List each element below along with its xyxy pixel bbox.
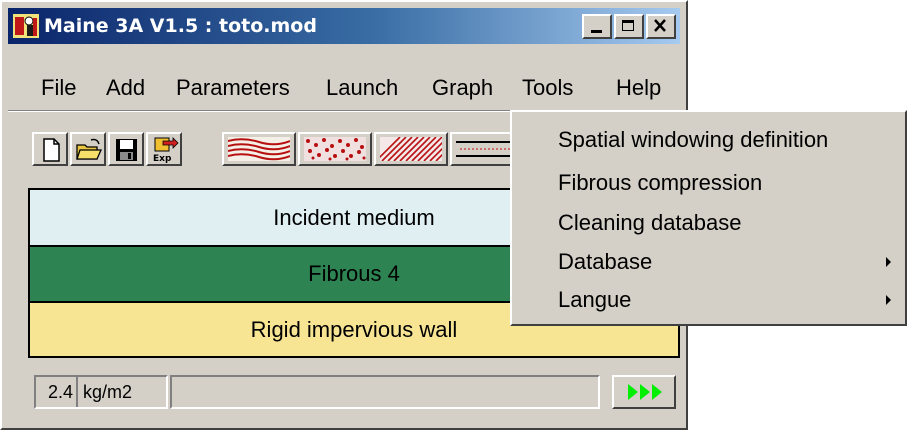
wavy-layer-icon — [228, 137, 290, 161]
layer-label: Rigid impervious wall — [250, 317, 458, 342]
add-layer-hatched-button[interactable] — [374, 132, 448, 166]
close-button[interactable] — [646, 14, 676, 39]
menu-item-database[interactable]: Database — [512, 244, 905, 280]
run-arrows-icon — [628, 384, 662, 400]
run-button[interactable] — [612, 375, 676, 409]
menu-item-cleaning-database[interactable]: Cleaning database — [512, 205, 905, 241]
minimize-button[interactable] — [582, 14, 612, 39]
status-message — [170, 375, 600, 409]
status-bar: 2.4 kg/m2 — [28, 370, 680, 414]
maximize-icon — [622, 20, 634, 31]
add-layer-wavy-button[interactable] — [222, 132, 296, 166]
menu-item-label: Spatial windowing definition — [558, 127, 829, 152]
menu-launch[interactable]: Launch — [326, 75, 398, 101]
menu-tools[interactable]: Tools — [522, 75, 573, 101]
mass-field: 2.4 kg/m2 — [34, 375, 168, 409]
layer-label: Incident medium — [273, 205, 435, 230]
new-button[interactable] — [32, 132, 68, 166]
add-layer-porous-button[interactable] — [298, 132, 372, 166]
export-icon-label: Exp — [153, 154, 172, 163]
submenu-arrow-icon — [886, 257, 891, 267]
mass-value-box: 2.4 — [36, 377, 78, 407]
export-icon: Exp — [153, 137, 179, 163]
layer-label: Fibrous 4 — [308, 261, 400, 286]
porous-layer-icon — [304, 137, 366, 161]
maximize-button[interactable] — [614, 14, 644, 39]
minimize-icon — [591, 30, 602, 33]
open-button[interactable] — [70, 132, 106, 166]
close-icon — [654, 19, 666, 32]
menu-item-spatial-windowing[interactable]: Spatial windowing definition — [512, 122, 905, 158]
menu-file[interactable]: File — [41, 75, 76, 101]
menu-item-label: Database — [558, 249, 653, 274]
thin-layer-icon — [456, 137, 518, 161]
menu-item-label: Cleaning database — [558, 210, 742, 235]
hatched-layer-icon — [380, 137, 442, 161]
new-document-icon — [43, 138, 60, 162]
menu-bar: File Add Parameters Launch Graph Tools H… — [8, 64, 680, 110]
menu-item-langue[interactable]: Langue — [512, 282, 905, 318]
tools-menu: Spatial windowing definition Fibrous com… — [510, 110, 907, 326]
mass-value: 2.4 — [47, 382, 73, 402]
menu-help[interactable]: Help — [616, 75, 661, 101]
save-button[interactable] — [108, 132, 144, 166]
export-button[interactable]: Exp — [146, 132, 182, 166]
app-icon — [13, 14, 39, 38]
menu-parameters[interactable]: Parameters — [176, 75, 290, 101]
menu-item-label: Langue — [558, 287, 632, 312]
menu-item-label: Fibrous compression — [558, 170, 763, 195]
submenu-arrow-icon — [886, 295, 891, 305]
title-bar[interactable]: Maine 3A V1.5 : toto.mod — [8, 8, 680, 44]
save-disk-icon — [116, 139, 137, 161]
mass-unit: kg/m2 — [83, 382, 133, 402]
window-title: Maine 3A V1.5 : toto.mod — [44, 15, 317, 37]
open-folder-icon — [76, 138, 103, 160]
menu-graph[interactable]: Graph — [432, 75, 493, 101]
menu-item-fibrous-compression[interactable]: Fibrous compression — [512, 165, 905, 201]
menu-add[interactable]: Add — [106, 75, 145, 101]
